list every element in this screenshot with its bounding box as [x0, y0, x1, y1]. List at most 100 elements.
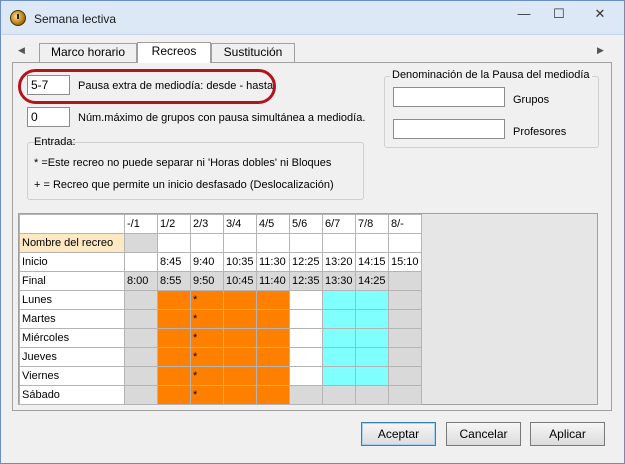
grid-slot-cell[interactable]: *: [190, 290, 224, 310]
grid-slot-cell[interactable]: *: [190, 309, 224, 329]
grid-slot-cell[interactable]: [355, 347, 389, 367]
grid-final-cell[interactable]: 8:55: [157, 271, 191, 291]
grid-slot-cell[interactable]: [355, 328, 389, 348]
grid-slot-cell[interactable]: [256, 347, 290, 367]
grid-slot-cell[interactable]: [289, 385, 323, 405]
grid-slot-cell[interactable]: [355, 290, 389, 310]
grid-slot-cell[interactable]: [124, 366, 158, 386]
grid-slot-cell[interactable]: [388, 366, 422, 386]
grid-slot-cell[interactable]: [256, 366, 290, 386]
grid-slot-cell[interactable]: [256, 385, 290, 405]
grid-slot-cell[interactable]: [157, 328, 191, 348]
grupos-input[interactable]: [393, 87, 505, 107]
grid-final-cell[interactable]: 8:00: [124, 271, 158, 291]
grid-nombre-cell[interactable]: [190, 233, 224, 253]
grid-slot-cell[interactable]: [223, 328, 257, 348]
cancel-button[interactable]: Cancelar: [446, 422, 521, 446]
grid-slot-cell[interactable]: [322, 366, 356, 386]
grid-inicio-cell[interactable]: 15:10: [388, 252, 422, 272]
grid-final-cell[interactable]: 13:30: [322, 271, 356, 291]
grid-column-header[interactable]: 1/2: [157, 214, 191, 234]
grid-slot-cell[interactable]: [322, 290, 356, 310]
grid-slot-cell[interactable]: [223, 347, 257, 367]
grid-inicio-cell[interactable]: 9:40: [190, 252, 224, 272]
grid-inicio-cell[interactable]: 8:45: [157, 252, 191, 272]
grid-slot-cell[interactable]: [322, 309, 356, 329]
grid-slot-cell[interactable]: [289, 366, 323, 386]
grid-final-cell[interactable]: 12:35: [289, 271, 323, 291]
max-groups-input[interactable]: 0: [27, 107, 70, 127]
grid-slot-cell[interactable]: *: [190, 328, 224, 348]
grid-slot-cell[interactable]: [388, 385, 422, 405]
grid-inicio-cell[interactable]: 10:35: [223, 252, 257, 272]
grid-final-cell[interactable]: 14:25: [355, 271, 389, 291]
tab-recreos[interactable]: Recreos: [137, 42, 211, 63]
grid-column-header[interactable]: -/1: [124, 214, 158, 234]
tab-marco-horario[interactable]: Marco horario: [39, 43, 137, 62]
grid-slot-cell[interactable]: [157, 309, 191, 329]
grid-slot-cell[interactable]: [124, 385, 158, 405]
grid-column-header[interactable]: 3/4: [223, 214, 257, 234]
tab-scroll-left-icon[interactable]: ◀: [18, 45, 25, 56]
grid-slot-cell[interactable]: [157, 347, 191, 367]
grid-slot-cell[interactable]: [124, 347, 158, 367]
grid-slot-cell[interactable]: [355, 385, 389, 405]
grid-column-header[interactable]: 7/8: [355, 214, 389, 234]
close-button[interactable]: ✕: [580, 3, 620, 25]
grid-nombre-cell[interactable]: [355, 233, 389, 253]
grid-column-header[interactable]: 5/6: [289, 214, 323, 234]
profesores-input[interactable]: [393, 119, 505, 139]
grid-inicio-cell[interactable]: [124, 252, 158, 272]
maximize-button[interactable]: ☐: [544, 3, 574, 25]
grid-slot-cell[interactable]: [223, 290, 257, 310]
grid-inicio-cell[interactable]: 14:15: [355, 252, 389, 272]
grid-nombre-cell[interactable]: [223, 233, 257, 253]
grid-inicio-cell[interactable]: 12:25: [289, 252, 323, 272]
grid-column-header[interactable]: 4/5: [256, 214, 290, 234]
grid-inicio-cell[interactable]: 11:30: [256, 252, 290, 272]
grid-nombre-cell[interactable]: [256, 233, 290, 253]
grid-inicio-cell[interactable]: 13:20: [322, 252, 356, 272]
grid-slot-cell[interactable]: *: [190, 366, 224, 386]
grid-slot-cell[interactable]: [355, 309, 389, 329]
grid-column-header[interactable]: 6/7: [322, 214, 356, 234]
grid-nombre-cell[interactable]: [322, 233, 356, 253]
grid-final-cell[interactable]: [388, 271, 422, 291]
grid-slot-cell[interactable]: [223, 385, 257, 405]
grid-nombre-cell[interactable]: [388, 233, 422, 253]
grid-nombre-cell[interactable]: [124, 233, 158, 253]
accept-button[interactable]: Aceptar: [361, 422, 436, 446]
recreos-table[interactable]: -/1 1/2 2/3 3/4 4/5 5/6 6/7 7/8 8/- Nombre del re…: [19, 214, 422, 405]
grid-slot-cell[interactable]: [322, 347, 356, 367]
grid-slot-cell[interactable]: [289, 347, 323, 367]
grid-slot-cell[interactable]: [223, 366, 257, 386]
grid-slot-cell[interactable]: *: [190, 385, 224, 405]
grid-slot-cell[interactable]: [289, 309, 323, 329]
grid-slot-cell[interactable]: [256, 309, 290, 329]
minimize-button[interactable]: —: [509, 3, 539, 25]
grid-slot-cell[interactable]: [124, 309, 158, 329]
pause-range-input[interactable]: 5-7: [27, 75, 70, 95]
grid-slot-cell[interactable]: [355, 366, 389, 386]
grid-final-cell[interactable]: 10:45: [223, 271, 257, 291]
grid-slot-cell[interactable]: [322, 385, 356, 405]
grid-slot-cell[interactable]: [388, 328, 422, 348]
grid-slot-cell[interactable]: [289, 290, 323, 310]
grid-final-cell[interactable]: 11:40: [256, 271, 290, 291]
grid-slot-cell[interactable]: [157, 366, 191, 386]
grid-column-header[interactable]: 8/-: [388, 214, 422, 234]
grid-slot-cell[interactable]: [289, 328, 323, 348]
apply-button[interactable]: Aplicar: [530, 422, 605, 446]
grid-slot-cell[interactable]: [388, 309, 422, 329]
grid-slot-cell[interactable]: [157, 385, 191, 405]
grid-slot-cell[interactable]: [256, 290, 290, 310]
grid-slot-cell[interactable]: [124, 328, 158, 348]
grid-slot-cell[interactable]: [223, 309, 257, 329]
grid-slot-cell[interactable]: [388, 347, 422, 367]
grid-slot-cell[interactable]: [388, 290, 422, 310]
tab-sustitucion[interactable]: Sustitución: [211, 43, 295, 62]
grid-slot-cell[interactable]: [322, 328, 356, 348]
grid-slot-cell[interactable]: *: [190, 347, 224, 367]
grid-slot-cell[interactable]: [157, 290, 191, 310]
grid-slot-cell[interactable]: [124, 290, 158, 310]
